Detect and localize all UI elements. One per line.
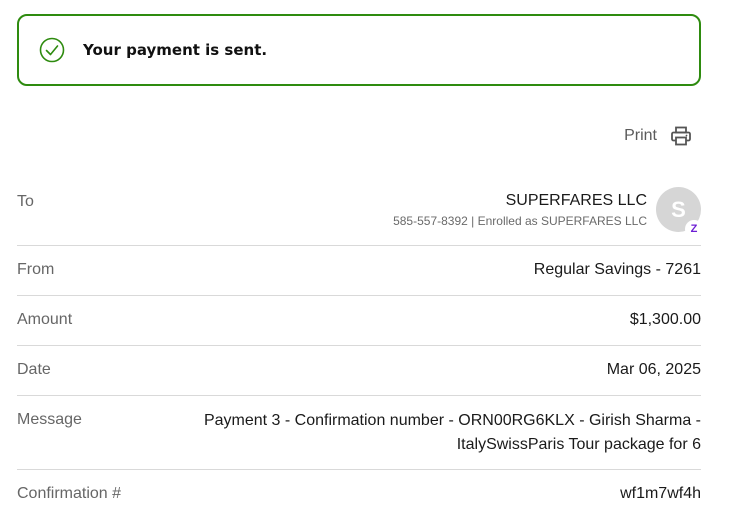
detail-row-to: To SUPERFARES LLC 585-557-8392 | Enrolle… <box>17 176 703 246</box>
success-message: Your payment is sent. <box>83 41 268 59</box>
detail-row-date: Date Mar 06, 2025 <box>17 346 701 396</box>
from-label: From <box>17 261 55 278</box>
check-circle-icon <box>39 37 65 63</box>
detail-row-confirmation: Confirmation # wf1m7wf4h <box>17 470 701 513</box>
recipient-details: 585-557-8392 | Enrolled as SUPERFARES LL… <box>393 214 647 228</box>
detail-row-message: Message Payment 3 - Confirmation number … <box>17 396 701 470</box>
confirmation-label: Confirmation # <box>17 485 122 502</box>
zelle-icon: Z <box>685 220 703 238</box>
recipient-name: SUPERFARES LLC <box>505 192 647 209</box>
detail-row-from: From Regular Savings - 7261 <box>17 246 701 296</box>
date-label: Date <box>17 361 51 378</box>
amount-label: Amount <box>17 311 73 328</box>
payment-details: To SUPERFARES LLC 585-557-8392 | Enrolle… <box>17 176 703 513</box>
message-label: Message <box>17 411 82 428</box>
avatar: S Z <box>656 187 703 238</box>
confirmation-value: wf1m7wf4h <box>620 485 701 502</box>
print-button[interactable]: Print <box>624 124 693 148</box>
print-label: Print <box>624 127 657 144</box>
date-value: Mar 06, 2025 <box>606 361 701 378</box>
amount-value: $1,300.00 <box>629 311 701 328</box>
to-label: To <box>17 193 34 210</box>
from-value: Regular Savings - 7261 <box>533 261 701 278</box>
success-banner: Your payment is sent. <box>17 14 701 86</box>
recipient-info: SUPERFARES LLC 585-557-8392 | Enrolled a… <box>393 176 703 238</box>
printer-icon <box>669 124 693 148</box>
detail-row-amount: Amount $1,300.00 <box>17 296 701 346</box>
message-value: Payment 3 - Confirmation number - ORN00R… <box>203 412 701 453</box>
avatar-initial: S <box>671 196 686 222</box>
payment-confirmation-page: Your payment is sent. Print To SUPERFARE… <box>0 0 737 513</box>
